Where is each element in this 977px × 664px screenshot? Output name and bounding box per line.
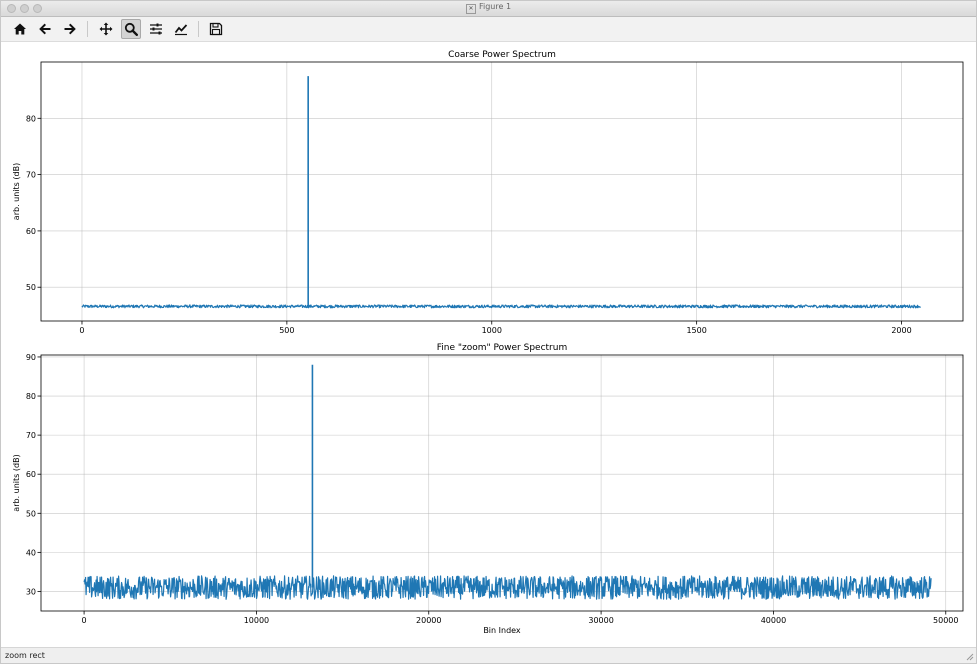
chart-title: Fine "zoom" Power Spectrum	[437, 343, 567, 353]
series-line[interactable]	[81, 304, 921, 309]
edit-axis-button[interactable]	[171, 19, 191, 39]
window-title-wrap: ✕ Figure 1	[1, 2, 976, 14]
edit-axis-icon	[174, 24, 188, 36]
y-tick-label: 30	[26, 587, 36, 596]
forward-arrow-icon	[64, 23, 76, 35]
configure-subplots-button[interactable]	[146, 19, 166, 39]
toolbar-separator	[87, 21, 88, 37]
y-tick-label: 60	[26, 470, 36, 479]
back-button[interactable]	[35, 19, 55, 39]
axes-frame	[40, 61, 964, 322]
y-axis-label: arb. units (dB)	[12, 163, 21, 220]
y-tick-label: 90	[26, 353, 36, 362]
window-title: Figure 1	[478, 2, 512, 11]
x-tick-label: 50000	[933, 616, 958, 625]
x-tick-label: 0	[82, 616, 87, 625]
forward-button[interactable]	[60, 19, 80, 39]
home-icon	[14, 23, 26, 35]
app-icon: ✕	[465, 4, 476, 14]
pan-button[interactable]	[96, 19, 116, 39]
x-tick-label: 10000	[244, 616, 269, 625]
y-tick-label: 50	[26, 509, 36, 518]
axes-frame	[40, 354, 964, 612]
x-tick-label: 40000	[761, 616, 786, 625]
home-button[interactable]	[10, 19, 30, 39]
figure-svg[interactable]: 0 500 1000 1500 200050607080Coarse Power Spe…	[1, 42, 976, 647]
figure-canvas[interactable]: 0 500 1000 1500 2000 50 60 70 80 Coarse Power Spe…	[1, 42, 976, 647]
y-tick-label: 70	[26, 171, 36, 180]
x-tick-label: 1500	[686, 326, 706, 335]
y-tick-label: 40	[26, 548, 36, 557]
y-axis-label: arb. units (dB)	[12, 454, 21, 511]
y-tick-label: 50	[26, 283, 36, 292]
status-bar: zoom rect	[1, 647, 976, 663]
save-button[interactable]	[206, 19, 226, 39]
x-tick-label: 1000	[482, 326, 502, 335]
x-tick-label: 500	[279, 326, 294, 335]
zoom-button[interactable]	[121, 19, 141, 39]
x-tick-label: 0	[79, 326, 84, 335]
series-line[interactable]	[83, 575, 932, 600]
resize-grip-icon[interactable]	[964, 651, 974, 661]
y-tick-label: 80	[26, 392, 36, 401]
x-tick-label: 30000	[588, 616, 613, 625]
save-icon	[209, 22, 223, 36]
y-tick-label: 70	[26, 431, 36, 440]
configure-subplots-icon	[150, 23, 162, 35]
y-tick-label: 80	[26, 114, 36, 123]
back-arrow-icon	[39, 23, 51, 35]
navigation-toolbar	[1, 17, 976, 42]
chart-title: Coarse Power Spectrum	[448, 50, 556, 60]
x-axis-label: Bin Index	[483, 626, 521, 635]
zoom-icon	[124, 22, 138, 36]
status-text: zoom rect	[5, 651, 45, 660]
toolbar-separator	[198, 21, 199, 37]
pan-icon	[99, 22, 113, 36]
title-bar[interactable]: ✕ Figure 1	[1, 1, 976, 17]
y-tick-label: 60	[26, 227, 36, 236]
figure-window: ✕ Figure 1 0 500 1000 1500 2000 50 60 70…	[0, 0, 977, 664]
x-tick-label: 20000	[416, 616, 441, 625]
x-tick-label: 2000	[891, 326, 911, 335]
